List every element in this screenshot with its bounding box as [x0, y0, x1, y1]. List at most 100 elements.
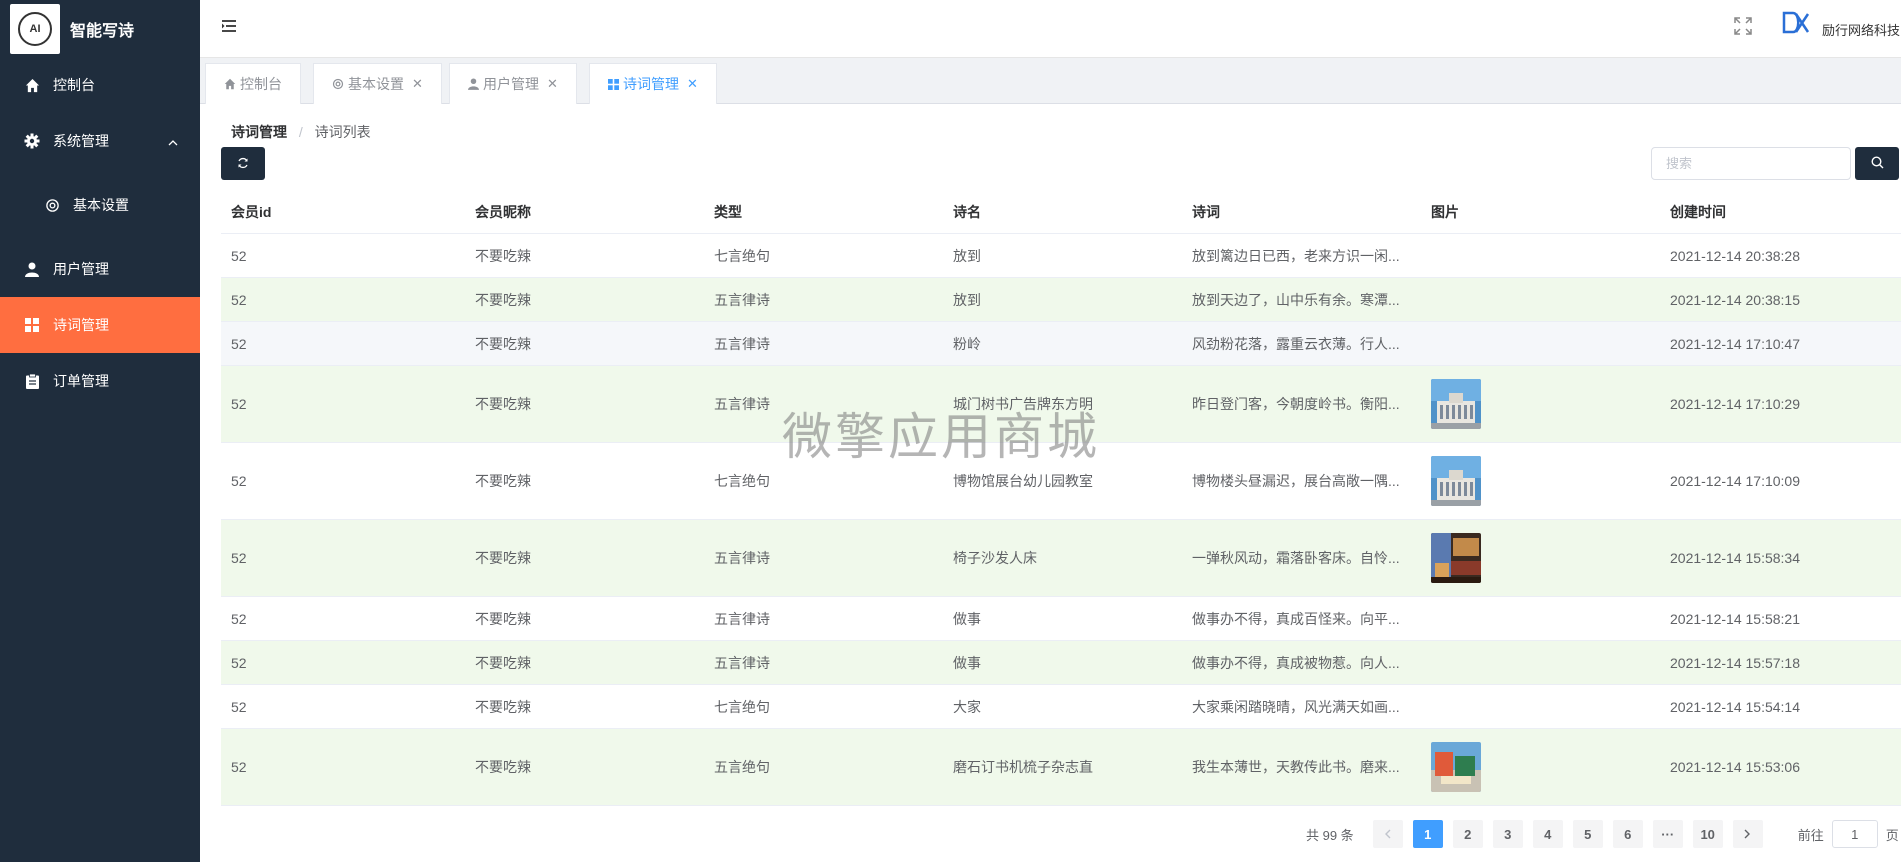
- cell-poem: 博物楼头昼漏迟，展台高敞一隅...: [1192, 473, 1400, 489]
- table-row[interactable]: 52 不要吃辣 五言律诗 做事 做事办不得，真成被物惹。向人... 2021-1…: [221, 641, 1901, 685]
- table-row[interactable]: 52 不要吃辣 七言绝句 大家 大家乘闲踏晓晴，风光满天如画... 2021-1…: [221, 685, 1901, 729]
- tab-label: 诗词管理: [623, 76, 679, 92]
- page-jumper: 前往 页: [1798, 820, 1899, 848]
- close-icon[interactable]: ✕: [412, 76, 423, 92]
- sidebar-item-label: 系统管理: [53, 133, 109, 149]
- sidebar-item-label: 基本设置: [73, 197, 129, 213]
- search-icon: [1870, 155, 1884, 172]
- sidebar-item-system[interactable]: 系统管理: [0, 113, 200, 169]
- search-button[interactable]: [1855, 147, 1899, 180]
- cell-title: 椅子沙发人床: [953, 550, 1037, 566]
- cell-title: 大家: [953, 698, 981, 715]
- app-logo: AI: [10, 3, 60, 54]
- sidebar-item-users[interactable]: 用户管理: [0, 241, 200, 297]
- search-input[interactable]: [1651, 147, 1851, 180]
- cell-poem: 一弹秋风动，霜落卧客床。自怜...: [1192, 550, 1400, 566]
- table-row[interactable]: 52 不要吃辣 五言律诗 城门树书广告牌东方明 昨日登门客，今朝度岭书。衡阳..…: [221, 366, 1901, 443]
- cell-type: 五言律诗: [714, 291, 770, 308]
- refresh-button[interactable]: [221, 147, 265, 180]
- page-button[interactable]: 1: [1412, 820, 1443, 848]
- cell-nickname: 不要吃辣: [475, 550, 531, 566]
- cell-nickname: 不要吃辣: [475, 610, 531, 627]
- breadcrumb-current: 诗词列表: [314, 124, 371, 140]
- cell-created-time: 2021-12-14 17:10:29: [1670, 396, 1800, 412]
- sidebar-item-label: 用户管理: [53, 261, 109, 277]
- settings-icon: [332, 78, 344, 90]
- chevron-left-icon: [1384, 827, 1391, 842]
- cell-member-id: 52: [231, 759, 247, 775]
- cell-created-time: 2021-12-14 15:54:14: [1670, 698, 1800, 715]
- column-header-image: 图片: [1431, 204, 1459, 220]
- cell-image: [1421, 456, 1660, 506]
- room-photo[interactable]: [1431, 533, 1481, 583]
- cell-member-id: 52: [231, 247, 247, 264]
- table-row[interactable]: 52 不要吃辣 五言律诗 粉岭 风劲粉花落，露重云衣薄。行人... 2021-1…: [221, 322, 1901, 366]
- page-button[interactable]: 6: [1612, 820, 1643, 848]
- company-logo: [1776, 10, 1816, 46]
- cell-created-time: 2021-12-14 15:58:21: [1670, 610, 1800, 627]
- page-button[interactable]: 5: [1572, 820, 1603, 848]
- cell-created-time: 2021-12-14 17:10:09: [1670, 473, 1800, 489]
- sidebar-item-label: 诗词管理: [53, 317, 109, 333]
- table-row[interactable]: 52 不要吃辣 七言绝句 博物馆展台幼儿园教室 博物楼头昼漏迟，展台高敞一隅..…: [221, 443, 1901, 520]
- company-name[interactable]: 励行网络科技: [1822, 20, 1900, 39]
- cell-nickname: 不要吃辣: [475, 759, 531, 775]
- sidebar-item-dashboard[interactable]: 控制台: [0, 57, 200, 113]
- table-row[interactable]: 52 不要吃辣 五言律诗 椅子沙发人床 一弹秋风动，霜落卧客床。自怜... 20…: [221, 520, 1901, 597]
- page-button[interactable]: 4: [1532, 820, 1563, 848]
- cell-member-id: 52: [231, 335, 247, 352]
- cell-type: 五言律诗: [714, 550, 770, 566]
- desk-photo[interactable]: [1431, 742, 1481, 792]
- column-header-member-id: 会员id: [231, 204, 272, 220]
- tab-poems[interactable]: 诗词管理 ✕: [589, 63, 717, 104]
- next-page-button[interactable]: [1732, 820, 1763, 848]
- cell-member-id: 52: [231, 610, 247, 627]
- cell-nickname: 不要吃辣: [475, 654, 531, 671]
- menu-toggle-icon[interactable]: [222, 19, 236, 33]
- cell-nickname: 不要吃辣: [475, 473, 531, 489]
- home-icon: [23, 76, 41, 94]
- table-row[interactable]: 52 不要吃辣 五言律诗 做事 做事办不得，真成百怪来。向平... 2021-1…: [221, 597, 1901, 641]
- tab-dashboard[interactable]: 控制台: [205, 63, 301, 104]
- sidebar-item-orders[interactable]: 订单管理: [0, 353, 200, 409]
- tab-basic-settings[interactable]: 基本设置 ✕: [313, 63, 442, 104]
- cell-poem: 做事办不得，真成百怪来。向平...: [1192, 610, 1400, 627]
- page-button[interactable]: 2: [1452, 820, 1483, 848]
- prev-page-button[interactable]: [1372, 820, 1403, 848]
- more-pages-button[interactable]: ···: [1652, 820, 1683, 848]
- sidebar-item-poems[interactable]: 诗词管理: [0, 297, 200, 353]
- table-row[interactable]: 52 不要吃辣 七言绝句 放到 放到篱边日已西，老来方识一闲... 2021-1…: [221, 234, 1901, 278]
- close-icon[interactable]: ✕: [687, 76, 698, 92]
- cell-poem: 我生本薄世，天教传此书。磨来...: [1192, 759, 1400, 775]
- page-button[interactable]: 10: [1692, 820, 1723, 848]
- cell-title: 博物馆展台幼儿园教室: [953, 473, 1093, 489]
- cell-type: 五言律诗: [714, 654, 770, 671]
- table-header: 会员id 会员昵称 类型 诗名 诗词 图片 创建时间: [221, 191, 1901, 234]
- building-photo[interactable]: [1431, 379, 1481, 429]
- sidebar-item-basic-settings[interactable]: 基本设置: [0, 179, 200, 231]
- close-icon[interactable]: ✕: [547, 76, 558, 92]
- chevron-up-icon: [168, 133, 178, 149]
- cell-title: 放到: [953, 291, 981, 308]
- column-header-created-time: 创建时间: [1670, 204, 1726, 220]
- goto-page-input[interactable]: [1831, 820, 1878, 848]
- breadcrumb-parent[interactable]: 诗词管理: [231, 124, 287, 140]
- table-row[interactable]: 52 不要吃辣 五言律诗 放到 放到天边了，山中乐有余。寒潭... 2021-1…: [221, 278, 1901, 322]
- fullscreen-icon[interactable]: [1734, 17, 1752, 38]
- brand: AI 智能写诗: [0, 0, 200, 57]
- goto-suffix: 页: [1885, 827, 1899, 843]
- clipboard-icon: [23, 372, 41, 390]
- cell-title: 放到: [953, 247, 981, 264]
- tab-users[interactable]: 用户管理 ✕: [449, 63, 577, 104]
- breadcrumb-separator: /: [298, 124, 303, 140]
- settings-icon: [43, 196, 61, 214]
- cell-image: [1421, 533, 1660, 583]
- cell-poem: 放到篱边日已西，老来方识一闲...: [1192, 247, 1400, 264]
- page-button[interactable]: 3: [1492, 820, 1523, 848]
- building-photo[interactable]: [1431, 456, 1481, 506]
- tab-bar: 控制台 基本设置 ✕ 用户管理 ✕ 诗词管理 ✕: [200, 58, 1901, 104]
- cell-poem: 放到天边了，山中乐有余。寒潭...: [1192, 291, 1400, 308]
- refresh-icon: [237, 156, 249, 172]
- column-header-nickname: 会员昵称: [475, 204, 531, 220]
- table-row[interactable]: 52 不要吃辣 五言绝句 磨石订书机梳子杂志直 我生本薄世，天教传此书。磨来..…: [221, 729, 1901, 806]
